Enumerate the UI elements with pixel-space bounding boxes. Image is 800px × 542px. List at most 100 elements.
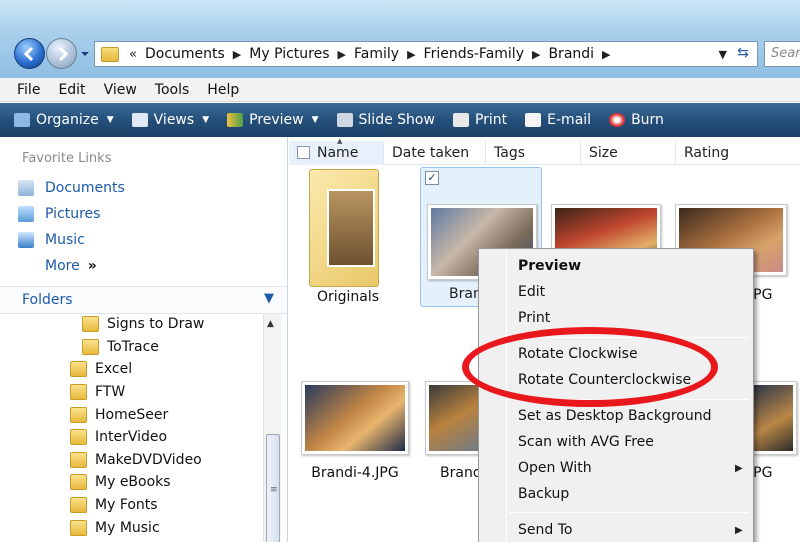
tree-item-label: My Fonts [95, 497, 158, 513]
folders-scrollbar[interactable]: ▲ ≡ [263, 314, 281, 542]
favorite-link-music[interactable]: Music [18, 232, 85, 248]
menu-item-backup[interactable]: Backup [518, 486, 569, 502]
chevron-down-icon: ▼ [311, 115, 319, 125]
overflow-chevron-icon[interactable]: « [129, 47, 137, 62]
refresh-icon[interactable]: ⇆ [733, 45, 753, 63]
forward-button[interactable] [46, 38, 77, 69]
email-button[interactable]: E-mail [525, 112, 591, 128]
column-header-label: Tags [494, 144, 525, 161]
breadcrumb-item[interactable]: Documents [145, 46, 225, 62]
chevron-down-icon[interactable]: ▼ [264, 291, 274, 306]
menu-item-scan-avg[interactable]: Scan with AVG Free [518, 434, 654, 450]
organize-button[interactable]: Organize ▼ [14, 112, 114, 128]
menu-tools[interactable]: Tools [146, 82, 199, 98]
folder-icon [70, 384, 87, 400]
item-checkbox[interactable]: ✓ [425, 171, 439, 185]
menu-item-rotate-clockwise[interactable]: Rotate Clockwise [518, 346, 638, 362]
menu-item-rotate-counterclockwise[interactable]: Rotate Counterclockwise [518, 372, 691, 388]
views-label: Views [153, 112, 195, 128]
breadcrumb-item[interactable]: Family [354, 46, 399, 62]
tree-item-my-music[interactable]: My Music [70, 520, 160, 536]
pictures-icon [18, 206, 34, 222]
menu-item-set-desktop-background[interactable]: Set as Desktop Background [518, 408, 711, 424]
address-dropdown-icon[interactable]: ▼ [719, 48, 727, 61]
print-button[interactable]: Print [452, 112, 508, 128]
menu-item-edit[interactable]: Edit [518, 284, 545, 300]
search-input[interactable]: Search [764, 41, 800, 67]
print-label: Print [474, 112, 508, 128]
documents-icon [18, 180, 34, 196]
menu-help[interactable]: Help [198, 82, 248, 98]
menu-item-print[interactable]: Print [518, 310, 550, 326]
favorite-link-label: Documents [45, 180, 125, 196]
menu-view[interactable]: View [95, 82, 146, 98]
column-header-size[interactable]: Size [581, 140, 676, 165]
menu-gutter [506, 251, 507, 542]
back-button[interactable] [14, 38, 45, 69]
tree-item-makedvdvideo[interactable]: MakeDVDVideo [70, 452, 202, 468]
more-links[interactable]: More » [45, 258, 97, 274]
menu-separator [509, 512, 749, 513]
views-button[interactable]: Views ▼ [131, 112, 209, 128]
favorite-link-documents[interactable]: Documents [18, 180, 125, 196]
column-header-tags[interactable]: Tags [486, 140, 581, 165]
breadcrumb-arrow-icon[interactable]: ▶ [233, 48, 241, 61]
scroll-up-icon[interactable]: ▲ [267, 319, 274, 329]
folder-icon [70, 429, 87, 445]
photo-thumbnail[interactable] [425, 381, 485, 455]
folders-title: Folders [22, 292, 73, 308]
photo-thumbnail[interactable] [301, 381, 409, 455]
folder-icon [70, 474, 87, 490]
breadcrumb-item[interactable]: Brandi [548, 46, 594, 62]
column-headers: ▲ Name Date taken Tags Size Rating [289, 137, 800, 165]
folder-preview-image [327, 189, 375, 267]
address-field[interactable]: « Documents ▶ My Pictures ▶ Family ▶ Fri… [94, 41, 758, 67]
menu-item-open-with[interactable]: Open With [518, 460, 592, 476]
menu-item-preview[interactable]: Preview [518, 258, 581, 274]
tree-item-ftw[interactable]: FTW [70, 384, 125, 400]
burn-icon [609, 113, 626, 127]
organize-icon [14, 113, 30, 127]
breadcrumb-arrow-icon[interactable]: ▶ [532, 48, 540, 61]
column-header-name[interactable]: ▲ Name [289, 137, 384, 165]
tree-item-label: Signs to Draw [107, 316, 205, 332]
preview-button[interactable]: Preview ▼ [227, 112, 319, 128]
tree-item-my-fonts[interactable]: My Fonts [70, 497, 158, 513]
tree-item-signs-to-draw[interactable]: Signs to Draw [82, 316, 204, 332]
menu-item-send-to[interactable]: Send To [518, 522, 572, 538]
grip-icon: ≡ [270, 485, 278, 495]
sort-indicator-icon: ▲ [337, 136, 343, 145]
tree-item-intervideo[interactable]: InterVideo [70, 429, 167, 445]
scrollbar-thumb[interactable]: ≡ [266, 434, 280, 542]
tree-item-label: MakeDVDVideo [95, 452, 202, 468]
breadcrumb-arrow-icon[interactable]: ▶ [602, 48, 610, 61]
favorite-link-pictures[interactable]: Pictures [18, 206, 100, 222]
folder-icon [70, 452, 87, 468]
breadcrumb-item[interactable]: Friends-Family [424, 46, 524, 62]
tree-item-label: HomeSeer [95, 407, 169, 423]
column-header-label: Name [317, 144, 359, 161]
slideshow-button[interactable]: Slide Show [336, 112, 435, 128]
menu-edit[interactable]: Edit [49, 82, 94, 98]
views-icon [131, 113, 148, 127]
tree-item-totrace[interactable]: ToTrace [82, 339, 159, 355]
select-all-checkbox[interactable] [297, 146, 310, 159]
submenu-arrow-icon: ▶ [735, 463, 743, 474]
folder-item-originals[interactable]: Originals [303, 169, 393, 309]
burn-button[interactable]: Burn [609, 112, 664, 128]
preview-label: Preview [249, 112, 304, 128]
column-header-rating[interactable]: Rating [676, 141, 800, 165]
menu-file[interactable]: File [8, 82, 49, 98]
recent-pages-dropdown-icon[interactable] [80, 49, 90, 59]
tree-item-homeseer[interactable]: HomeSeer [70, 407, 168, 423]
column-header-date-taken[interactable]: Date taken [384, 140, 486, 165]
breadcrumb-arrow-icon[interactable]: ▶ [338, 48, 346, 61]
burn-label: Burn [631, 112, 664, 128]
breadcrumb-arrow-icon[interactable]: ▶ [407, 48, 415, 61]
breadcrumb-item[interactable]: My Pictures [249, 46, 329, 62]
folders-header[interactable]: Folders ▼ [0, 286, 287, 314]
tree-item-my-ebooks[interactable]: My eBooks [70, 474, 171, 490]
tree-item-label: FTW [95, 384, 126, 400]
command-toolbar: Organize ▼ Views ▼ Preview ▼ Slide Show … [0, 103, 800, 137]
tree-item-excel[interactable]: Excel [70, 361, 132, 377]
